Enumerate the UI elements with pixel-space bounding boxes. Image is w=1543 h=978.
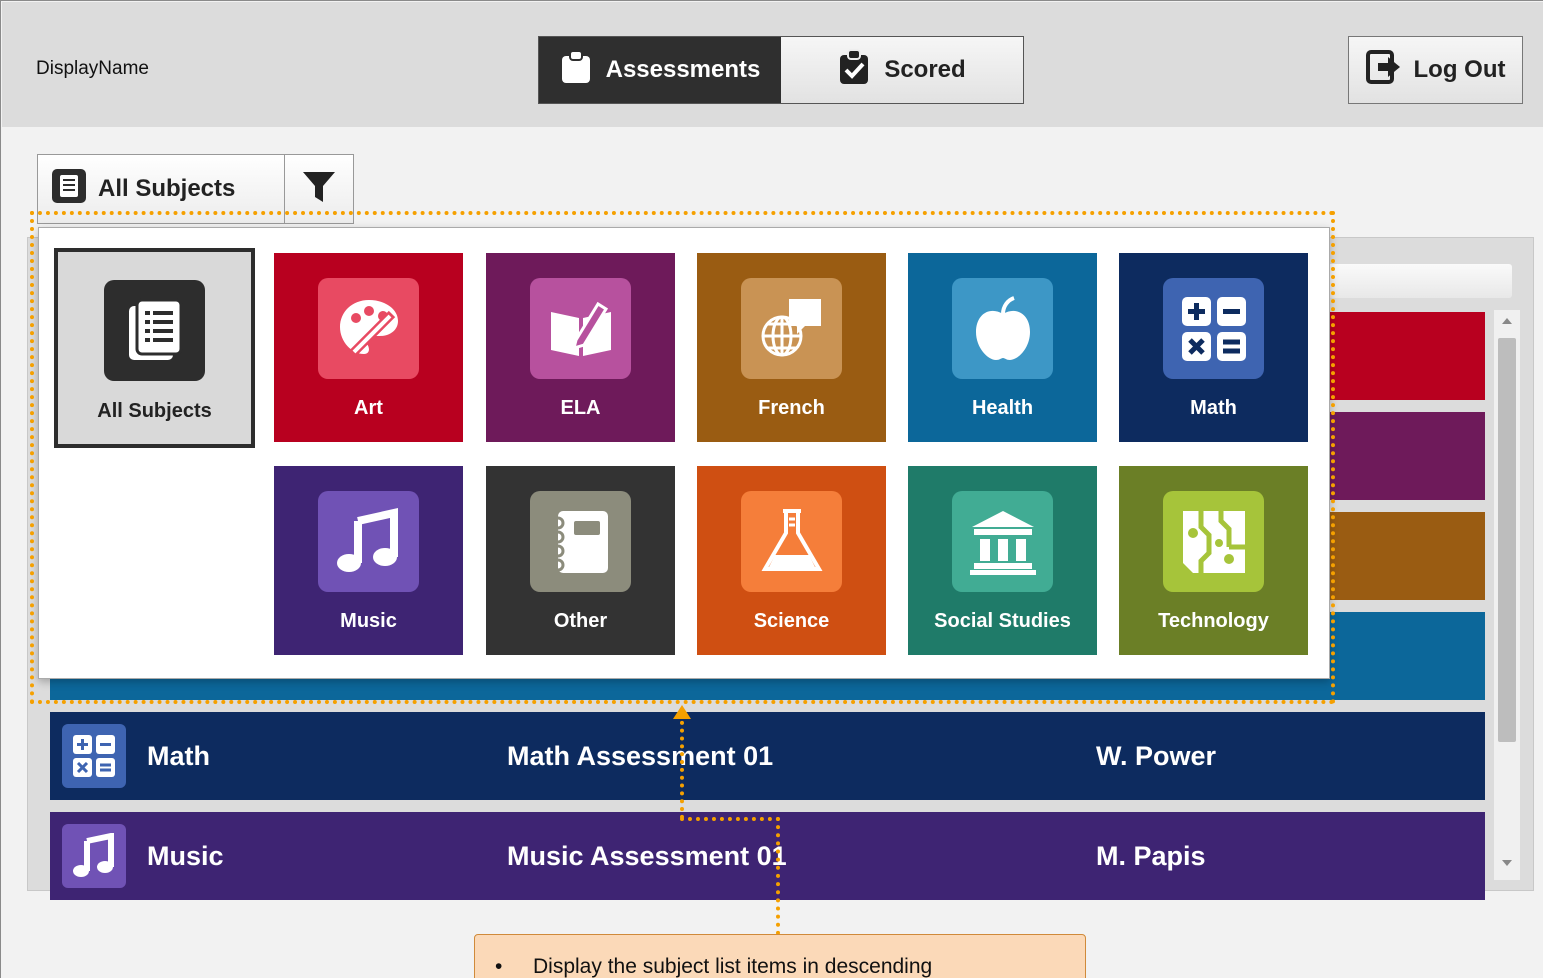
subject-tile-all[interactable]: All Subjects (54, 248, 255, 448)
subject-tile-other[interactable]: Other (486, 466, 675, 655)
list-icon (104, 280, 205, 381)
row-teacher: W. Power (1096, 740, 1217, 771)
subject-selector-label: All Subjects (98, 175, 236, 202)
clipboard-check-icon (838, 48, 870, 92)
filter-button[interactable] (284, 155, 353, 223)
callout-line (776, 817, 780, 935)
subject-tile-label: Health (971, 397, 1034, 419)
book-pencil-icon (530, 278, 631, 379)
scroll-down-icon[interactable] (1502, 860, 1512, 866)
subject-tile-label: Other (553, 610, 608, 632)
list-row-music[interactable]: Music Music Assessment 01 M. Papis (50, 812, 1485, 900)
subject-tile-label: French (758, 397, 825, 419)
row-teacher: M. Papis (1096, 840, 1206, 871)
list-row-math[interactable]: Math Math Assessment 01 W. Power (50, 712, 1485, 800)
calculator-icon (1163, 278, 1264, 379)
tab-assessments-label: Assessments (605, 56, 761, 83)
subject-tile-label: Technology (1158, 610, 1269, 632)
apple-icon (952, 278, 1053, 379)
calculator-icon (62, 724, 126, 788)
subject-tile-technology[interactable]: Technology (1119, 466, 1308, 655)
notebook-icon (530, 491, 631, 592)
top-bar: DisplayName Assessments Scored Log Out (2, 2, 1543, 127)
subject-tile-ela[interactable]: ELA (486, 253, 675, 442)
display-name: DisplayName (36, 58, 149, 79)
app-frame: DisplayName Assessments Scored Log Out A… (0, 0, 1543, 978)
subject-tile-science[interactable]: Science (697, 466, 886, 655)
logout-icon (1365, 49, 1402, 92)
logout-button[interactable]: Log Out (1348, 36, 1523, 104)
callout-line (680, 817, 780, 821)
annotation-note: • Display the subject list items in desce… (474, 934, 1086, 978)
logout-label: Log Out (1413, 56, 1506, 83)
subject-tile-social-studies[interactable]: Social Studies (908, 466, 1097, 655)
subject-tile-label: Music (340, 610, 397, 632)
globe-speech-icon (741, 278, 842, 379)
list-scrollbar[interactable] (1494, 310, 1520, 880)
museum-icon (952, 491, 1053, 592)
list-icon (52, 168, 86, 210)
row-subject: Math (147, 740, 210, 771)
tab-scored[interactable]: Scored (781, 37, 1023, 103)
subject-tile-label: Social Studies (934, 610, 1071, 632)
subject-tile-label: Science (753, 610, 830, 632)
subject-selector-main[interactable]: All Subjects (38, 155, 284, 223)
clipboard-icon (560, 49, 592, 91)
subject-tile-art[interactable]: Art (274, 253, 463, 442)
subject-tile-french[interactable]: French (697, 253, 886, 442)
row-title: Math Assessment 01 (507, 740, 774, 771)
tab-assessments[interactable]: Assessments (539, 37, 781, 103)
subject-selector[interactable]: All Subjects (37, 154, 354, 224)
music-note-icon (62, 824, 126, 888)
subject-dropdown: All Subjects Art ELA French Health Math Music… (38, 227, 1330, 679)
subject-tile-math[interactable]: Math (1119, 253, 1308, 442)
music-note-icon (318, 491, 419, 592)
subject-tile-music[interactable]: Music (274, 466, 463, 655)
tab-scored-label: Scored (884, 56, 966, 83)
subject-tile-label: Art (354, 397, 383, 419)
subject-tile-label: ELA (560, 397, 601, 419)
subject-tile-label: Math (1190, 397, 1237, 419)
annotation-text: Display the subject list items in descen… (533, 955, 933, 978)
circuit-icon (1163, 491, 1264, 592)
bullet-icon: • (495, 955, 503, 978)
palette-icon (318, 278, 419, 379)
subject-tile-label: All Subjects (97, 400, 212, 422)
flask-icon (741, 491, 842, 592)
row-subject: Music (147, 840, 224, 871)
row-title: Music Assessment 01 (507, 840, 787, 871)
callout-line (680, 713, 684, 819)
view-toggle: Assessments Scored (538, 36, 1024, 104)
scroll-up-icon[interactable] (1502, 318, 1512, 324)
subject-tile-health[interactable]: Health (908, 253, 1097, 442)
scroll-thumb[interactable] (1498, 338, 1516, 742)
funnel-icon (302, 171, 336, 208)
